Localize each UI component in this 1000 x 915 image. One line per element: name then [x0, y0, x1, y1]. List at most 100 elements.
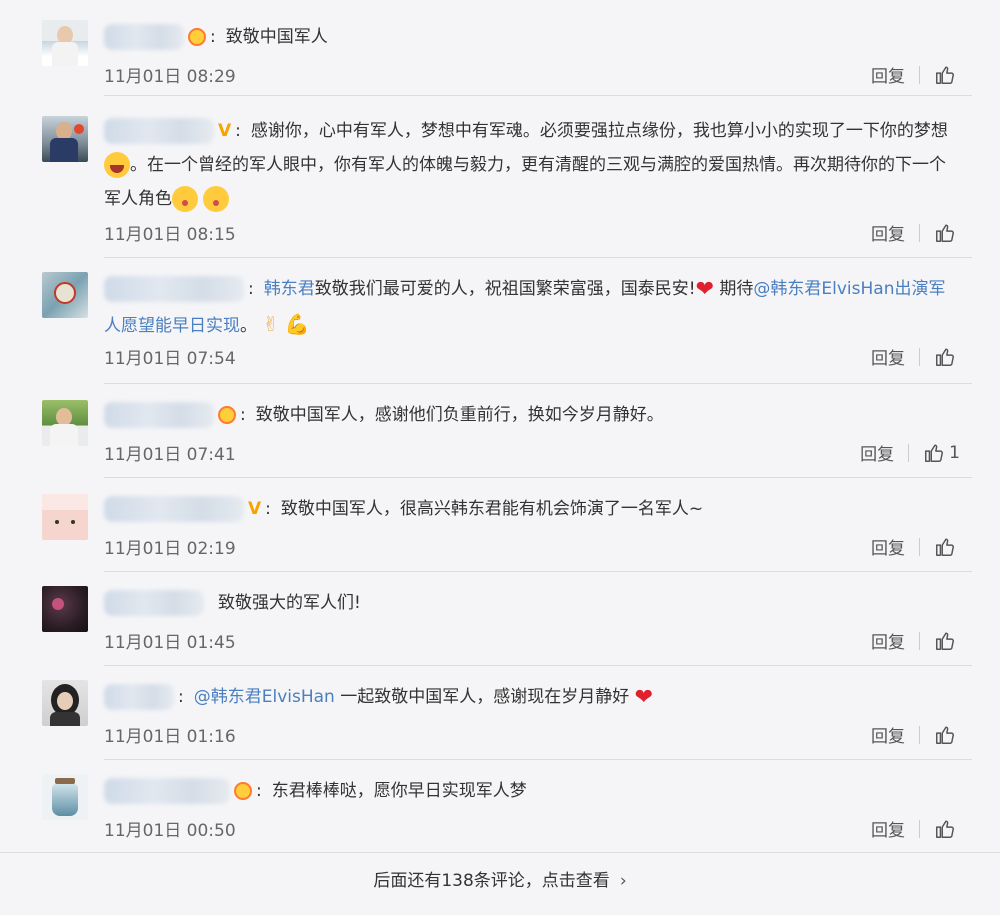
comment-item: : 韩东君致敬我们最可爱的人，祝祖国繁荣富强，国泰民安!❤ 期待@韩东君Elvis… [0, 258, 1000, 384]
comment-list: : 致敬中国军人 11月01日 08:29 回复 V: 感谢你，心中有军人，梦想中有… [0, 0, 1000, 915]
comment-item: : 致敬中国军人 11月01日 08:29 回复 [0, 0, 1000, 96]
comment-text: 一起致敬中国军人，感谢现在岁月静好 [340, 687, 630, 707]
comment-actions: 回复 [871, 816, 960, 841]
blurred-username[interactable] [104, 24, 184, 50]
comment-text-line: : 致敬中国军人，感谢他们负重前行，换如今岁月静好。 [104, 398, 960, 432]
comment-item: : 东君棒棒哒，愿你早日实现军人梦 11月01日 00:50 回复 [0, 760, 1000, 854]
kiss-emoji-icon [172, 186, 198, 212]
avatar[interactable] [42, 586, 88, 632]
chevron-right-icon: › [619, 871, 627, 891]
comment-text-line: 致敬强大的军人们! [104, 586, 960, 620]
like-count: 1 [949, 442, 960, 463]
blurred-username[interactable] [104, 118, 214, 144]
avatar[interactable] [42, 494, 88, 540]
avatar[interactable] [42, 774, 88, 820]
divider [0, 852, 1000, 853]
comment-item: : @韩东君ElvisHan 一起致敬中国军人，感谢现在岁月静好 ❤ 11月01日… [0, 666, 1000, 760]
comment-item: 致敬强大的军人们! 11月01日 01:45 回复 [0, 572, 1000, 666]
comment-item: V: 致敬中国军人，很高兴韩东君能有机会饰演了一名军人~ 11月01日 02:19… [0, 478, 1000, 572]
thumbs-up-icon [936, 819, 954, 838]
flexed-biceps-icon: 💪 [284, 312, 310, 336]
avatar[interactable] [42, 400, 88, 446]
thumbs-up-icon [936, 347, 954, 366]
v-badge-icon: V [218, 121, 232, 141]
like-button[interactable] [934, 536, 960, 558]
comment-text: 致敬中国军人 [225, 27, 328, 47]
reply-button[interactable]: 回复 [871, 816, 905, 841]
load-more-comments[interactable]: 后面还有138条评论，点击查看 › [0, 858, 1000, 904]
comment-actions: 回复 [871, 344, 960, 369]
thumbs-up-icon [936, 631, 954, 650]
comment-time: 11月01日 07:54 [104, 349, 236, 369]
v-badge-icon: V [248, 499, 262, 519]
comment-text-mid: 期待 [719, 279, 754, 299]
comment-text-end: 。 [240, 316, 257, 336]
comment-actions: 回复 [871, 62, 960, 87]
load-more-label: 后面还有138条评论，点击查看 [373, 871, 610, 891]
comment-text-continued: 。在一个曾经的军人眼中，你有军人的体魄与毅力，更有清醒的三观与满腔的爱国热情。再… [104, 155, 946, 209]
like-button[interactable]: 1 [923, 442, 960, 464]
reply-button[interactable]: 回复 [871, 62, 905, 87]
comment-text-line: : 东君棒棒哒，愿你早日实现军人梦 [104, 774, 960, 808]
reply-button[interactable]: 回复 [871, 722, 905, 747]
like-button[interactable] [934, 222, 960, 244]
reply-button[interactable]: 回复 [871, 344, 905, 369]
comment-text-line: V: 感谢你，心中有军人，梦想中有军魂。必须要强拉点缘份，我也算小小的实现了一下你… [104, 114, 960, 216]
blurred-username[interactable] [104, 590, 204, 616]
comment-text: 致敬强大的军人们! [218, 593, 361, 613]
reply-button[interactable]: 回复 [871, 220, 905, 245]
comment-actions: 回复 [871, 534, 960, 559]
comment-text-line: : 致敬中国军人 [104, 20, 960, 54]
blurred-username[interactable] [104, 276, 244, 302]
comment-text: 东君棒棒哒，愿你早日实现军人梦 [271, 781, 527, 801]
thumbs-up-icon [936, 223, 954, 242]
blurred-username[interactable] [104, 684, 174, 710]
comment-time: 11月01日 01:45 [104, 633, 236, 653]
like-button[interactable] [934, 346, 960, 368]
mention-link[interactable]: @韩东君ElvisHan [194, 687, 335, 707]
crown-badge-icon [218, 406, 236, 424]
crown-badge-icon [234, 782, 252, 800]
avatar[interactable] [42, 20, 88, 66]
comment-time: 11月01日 01:16 [104, 727, 236, 747]
like-button[interactable] [934, 818, 960, 840]
comment-text: 致敬中国军人，感谢他们负重前行，换如今岁月静好。 [255, 405, 664, 425]
mention-link[interactable]: 韩东君 [264, 279, 315, 299]
comment-text-line: : 韩东君致敬我们最可爱的人，祝祖国繁荣富强，国泰民安!❤ 期待@韩东君Elvis… [104, 276, 946, 336]
comment-time: 11月01日 02:19 [104, 539, 236, 559]
avatar[interactable] [42, 680, 88, 726]
comment-actions: 回复 [871, 628, 960, 653]
comment-time: 11月01日 08:15 [104, 225, 236, 245]
crown-badge-icon [188, 28, 206, 46]
blurred-username[interactable] [104, 496, 244, 522]
like-button[interactable] [934, 724, 960, 746]
thumbs-up-icon [936, 65, 954, 84]
comment-time: 11月01日 08:29 [104, 67, 236, 87]
thumbs-up-icon [925, 443, 944, 462]
blurred-username[interactable] [104, 778, 230, 804]
comment-time: 11月01日 00:50 [104, 821, 236, 841]
victory-hand-icon: ✌ [262, 312, 280, 336]
like-button[interactable] [934, 64, 960, 86]
comment-text: 致敬我们最可爱的人，祝祖国繁荣富强，国泰民安! [314, 279, 696, 299]
heart-emoji-icon: ❤ [695, 277, 714, 302]
comment-time: 11月01日 07:41 [104, 445, 236, 465]
thumbs-up-icon [936, 725, 954, 744]
reply-button[interactable]: 回复 [871, 628, 905, 653]
comment-text: 感谢你，心中有军人，梦想中有军魂。必须要强拉点缘份，我也算小小的实现了一下你的梦… [250, 121, 948, 141]
reply-button[interactable]: 回复 [871, 534, 905, 559]
comment-actions: 回复 1 [860, 440, 960, 466]
avatar[interactable] [42, 272, 88, 318]
comment-text-line: V: 致敬中国军人，很高兴韩东君能有机会饰演了一名军人~ [104, 492, 960, 526]
avatar[interactable] [42, 116, 88, 162]
grin-emoji-icon [104, 152, 130, 178]
comment-item: : 致敬中国军人，感谢他们负重前行，换如今岁月静好。 11月01日 07:41 回… [0, 384, 1000, 478]
thumbs-up-icon [936, 537, 954, 556]
comment-actions: 回复 [871, 220, 960, 245]
reply-button[interactable]: 回复 [860, 440, 894, 465]
like-button[interactable] [934, 630, 960, 652]
comment-text-line: : @韩东君ElvisHan 一起致敬中国军人，感谢现在岁月静好 ❤ [104, 680, 960, 715]
heart-emoji-icon: ❤ [634, 685, 654, 710]
blurred-username[interactable] [104, 402, 214, 428]
kiss-emoji-icon [203, 186, 230, 212]
